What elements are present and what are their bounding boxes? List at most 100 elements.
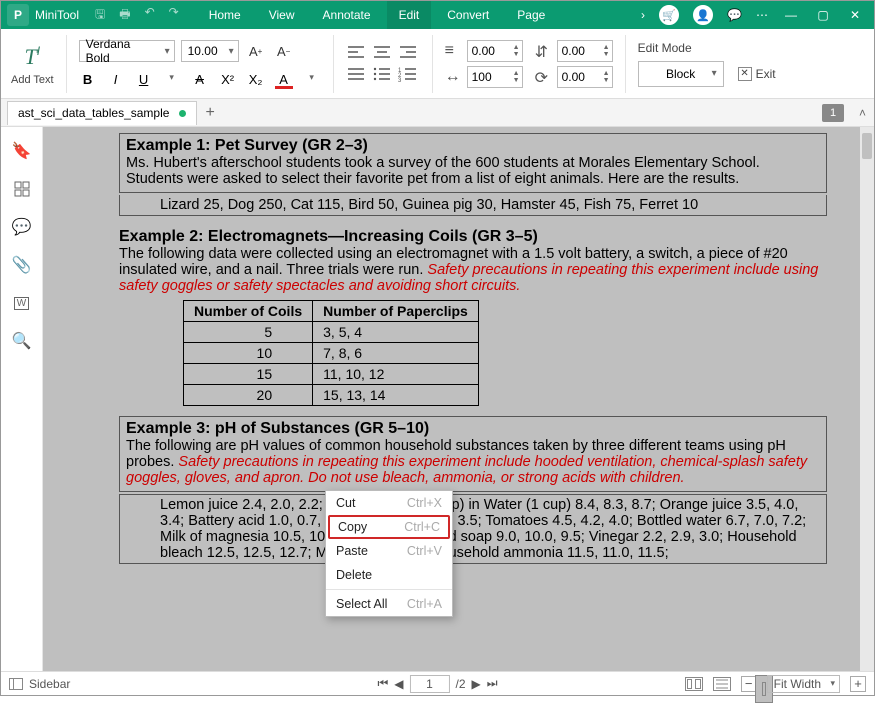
- attachments-icon[interactable]: 📎: [12, 255, 32, 275]
- underline-button[interactable]: U: [135, 72, 153, 87]
- edit-mode-select[interactable]: Block: [638, 61, 724, 87]
- grow-font-button[interactable]: A+: [245, 40, 267, 62]
- comments-icon[interactable]: 💬: [12, 217, 32, 237]
- underline-more-icon[interactable]: ▾: [163, 72, 181, 87]
- edit-mode-label: Edit Mode: [638, 41, 776, 55]
- two-page-view-button[interactable]: [685, 677, 703, 691]
- table-row: 2015, 13, 14: [184, 385, 479, 406]
- redo-icon[interactable]: ↷: [169, 5, 179, 26]
- new-tab-button[interactable]: +: [205, 104, 214, 122]
- chat-icon[interactable]: 💬: [727, 8, 742, 22]
- user-icon[interactable]: 👤: [693, 5, 713, 25]
- para-spacing-input[interactable]: 0.00▲▼: [557, 40, 613, 62]
- page-number-input[interactable]: 1: [409, 675, 449, 693]
- add-text-group[interactable]: TI Add Text: [11, 42, 54, 86]
- menu-view[interactable]: View: [257, 1, 307, 29]
- example-1-title: Example 1: Pet Survey (GR 2–3): [126, 137, 820, 155]
- more-icon[interactable]: ⋯: [756, 8, 768, 22]
- search-icon[interactable]: 🔍: [12, 331, 32, 351]
- first-page-button[interactable]: ⏮: [377, 676, 388, 691]
- continuous-view-button[interactable]: [713, 677, 731, 691]
- ribbon: TI Add Text Verdana Bold 10.00 A+ A− B I…: [1, 29, 874, 99]
- font-family-select[interactable]: Verdana Bold: [79, 40, 175, 62]
- document-viewport[interactable]: Example 1: Pet Survey (GR 2–3) Ms. Huber…: [43, 127, 874, 671]
- exit-icon: ✕: [738, 67, 752, 81]
- next-page-button[interactable]: ▶: [472, 677, 481, 691]
- sidebar-toggle-icon[interactable]: [9, 678, 23, 690]
- font-size-select[interactable]: 10.00: [181, 40, 239, 62]
- example-3-results: Lemon juice 2.4, 2.0, 2.2; Baking soda (…: [119, 494, 827, 564]
- ctx-copy[interactable]: CopyCtrl+C: [328, 515, 450, 539]
- line-spacing-icon: ≡: [445, 42, 463, 60]
- sidebar-label[interactable]: Sidebar: [29, 677, 70, 691]
- app-logo-icon: P: [7, 4, 29, 26]
- zoom-select[interactable]: Fit Width: [767, 675, 840, 693]
- menu-page[interactable]: Page: [505, 1, 557, 29]
- ctx-select-all[interactable]: Select AllCtrl+A: [326, 592, 452, 616]
- italic-button[interactable]: I: [107, 72, 125, 87]
- undo-icon[interactable]: ↶: [145, 5, 155, 26]
- prev-page-button[interactable]: ◀: [394, 677, 403, 691]
- minimize-button[interactable]: —: [782, 6, 800, 24]
- table-header-clips: Number of Paperclips: [313, 301, 479, 322]
- separator: [432, 35, 433, 93]
- edit-mode-group: Edit Mode Block ✕ Exit: [638, 41, 776, 87]
- char-spacing-icon: ↔: [445, 68, 463, 86]
- menu-annotate[interactable]: Annotate: [311, 1, 383, 29]
- zoom-in-button[interactable]: +: [850, 676, 866, 692]
- bullet-list-button[interactable]: [372, 66, 394, 84]
- scale-input[interactable]: 100▲▼: [467, 66, 523, 88]
- scroll-thumb[interactable]: [862, 133, 872, 159]
- document-page: Example 1: Pet Survey (GR 2–3) Ms. Huber…: [113, 127, 833, 584]
- bookmarks-icon[interactable]: 🔖: [12, 141, 32, 161]
- print-icon[interactable]: 🖶: [119, 5, 130, 26]
- table-row: 53, 5, 4: [184, 322, 479, 343]
- line-spacing-input[interactable]: 0.00▲▼: [467, 40, 523, 62]
- number-list-button[interactable]: 123: [398, 66, 420, 84]
- example-2-title: Example 2: Electromagnets—Increasing Coi…: [119, 228, 827, 246]
- main-area: 🔖 💬 📎 W 🔍 Example 1: Pet Survey (GR 2–3)…: [1, 127, 874, 671]
- align-center-button[interactable]: [372, 44, 394, 62]
- document-tab[interactable]: ast_sci_data_tables_sample: [7, 101, 197, 125]
- para-spacing-icon: ⇵: [535, 42, 553, 60]
- menu-convert[interactable]: Convert: [435, 1, 501, 29]
- example-1-results: Lizard 25, Dog 250, Cat 115, Bird 50, Gu…: [119, 195, 827, 216]
- ctx-paste[interactable]: PasteCtrl+V: [326, 539, 452, 563]
- strike-button[interactable]: A: [191, 72, 209, 87]
- example-3-block: Example 3: pH of Substances (GR 5–10) Th…: [119, 416, 827, 492]
- chevron-right-icon[interactable]: ›: [641, 8, 645, 22]
- align-justify-button[interactable]: [346, 66, 368, 84]
- font-color-more-icon[interactable]: ▾: [303, 72, 321, 87]
- page-badge: 1: [822, 104, 844, 122]
- save-icon[interactable]: 🖫: [95, 5, 105, 26]
- last-page-button[interactable]: ⏭: [487, 676, 498, 691]
- exit-button[interactable]: ✕ Exit: [738, 67, 776, 81]
- align-group: 123: [346, 44, 420, 84]
- maximize-button[interactable]: ▢: [814, 6, 832, 24]
- shrink-font-button[interactable]: A−: [273, 40, 295, 62]
- title-bar: P MiniTool 🖫 🖶 ↶ ↷ Home View Annotate Ed…: [1, 1, 874, 29]
- collapse-ribbon-button[interactable]: ˄: [859, 106, 866, 120]
- font-color-button[interactable]: A: [275, 72, 293, 87]
- rotation-input[interactable]: 0.00▲▼: [557, 66, 613, 88]
- subscript-button[interactable]: X₂: [247, 72, 265, 87]
- bold-button[interactable]: B: [79, 72, 97, 87]
- align-left-button[interactable]: [346, 44, 368, 62]
- ctx-delete[interactable]: Delete: [326, 563, 452, 587]
- word-export-icon[interactable]: W: [12, 293, 32, 313]
- menu-edit[interactable]: Edit: [387, 1, 432, 29]
- superscript-button[interactable]: X²: [219, 72, 237, 87]
- align-right-button[interactable]: [398, 44, 420, 62]
- vertical-scrollbar[interactable]: [860, 127, 874, 671]
- add-text-label: Add Text: [11, 74, 54, 86]
- cart-icon[interactable]: 🛒: [659, 5, 679, 25]
- menu-home[interactable]: Home: [197, 1, 253, 29]
- separator: [625, 35, 626, 93]
- svg-text:3: 3: [398, 78, 402, 84]
- modified-indicator-icon: [179, 110, 186, 117]
- table-row: 107, 8, 6: [184, 343, 479, 364]
- close-button[interactable]: ✕: [846, 6, 864, 24]
- side-toolbar: 🔖 💬 📎 W 🔍: [1, 127, 43, 671]
- thumbnails-icon[interactable]: [12, 179, 32, 199]
- ctx-cut[interactable]: CutCtrl+X: [326, 491, 452, 515]
